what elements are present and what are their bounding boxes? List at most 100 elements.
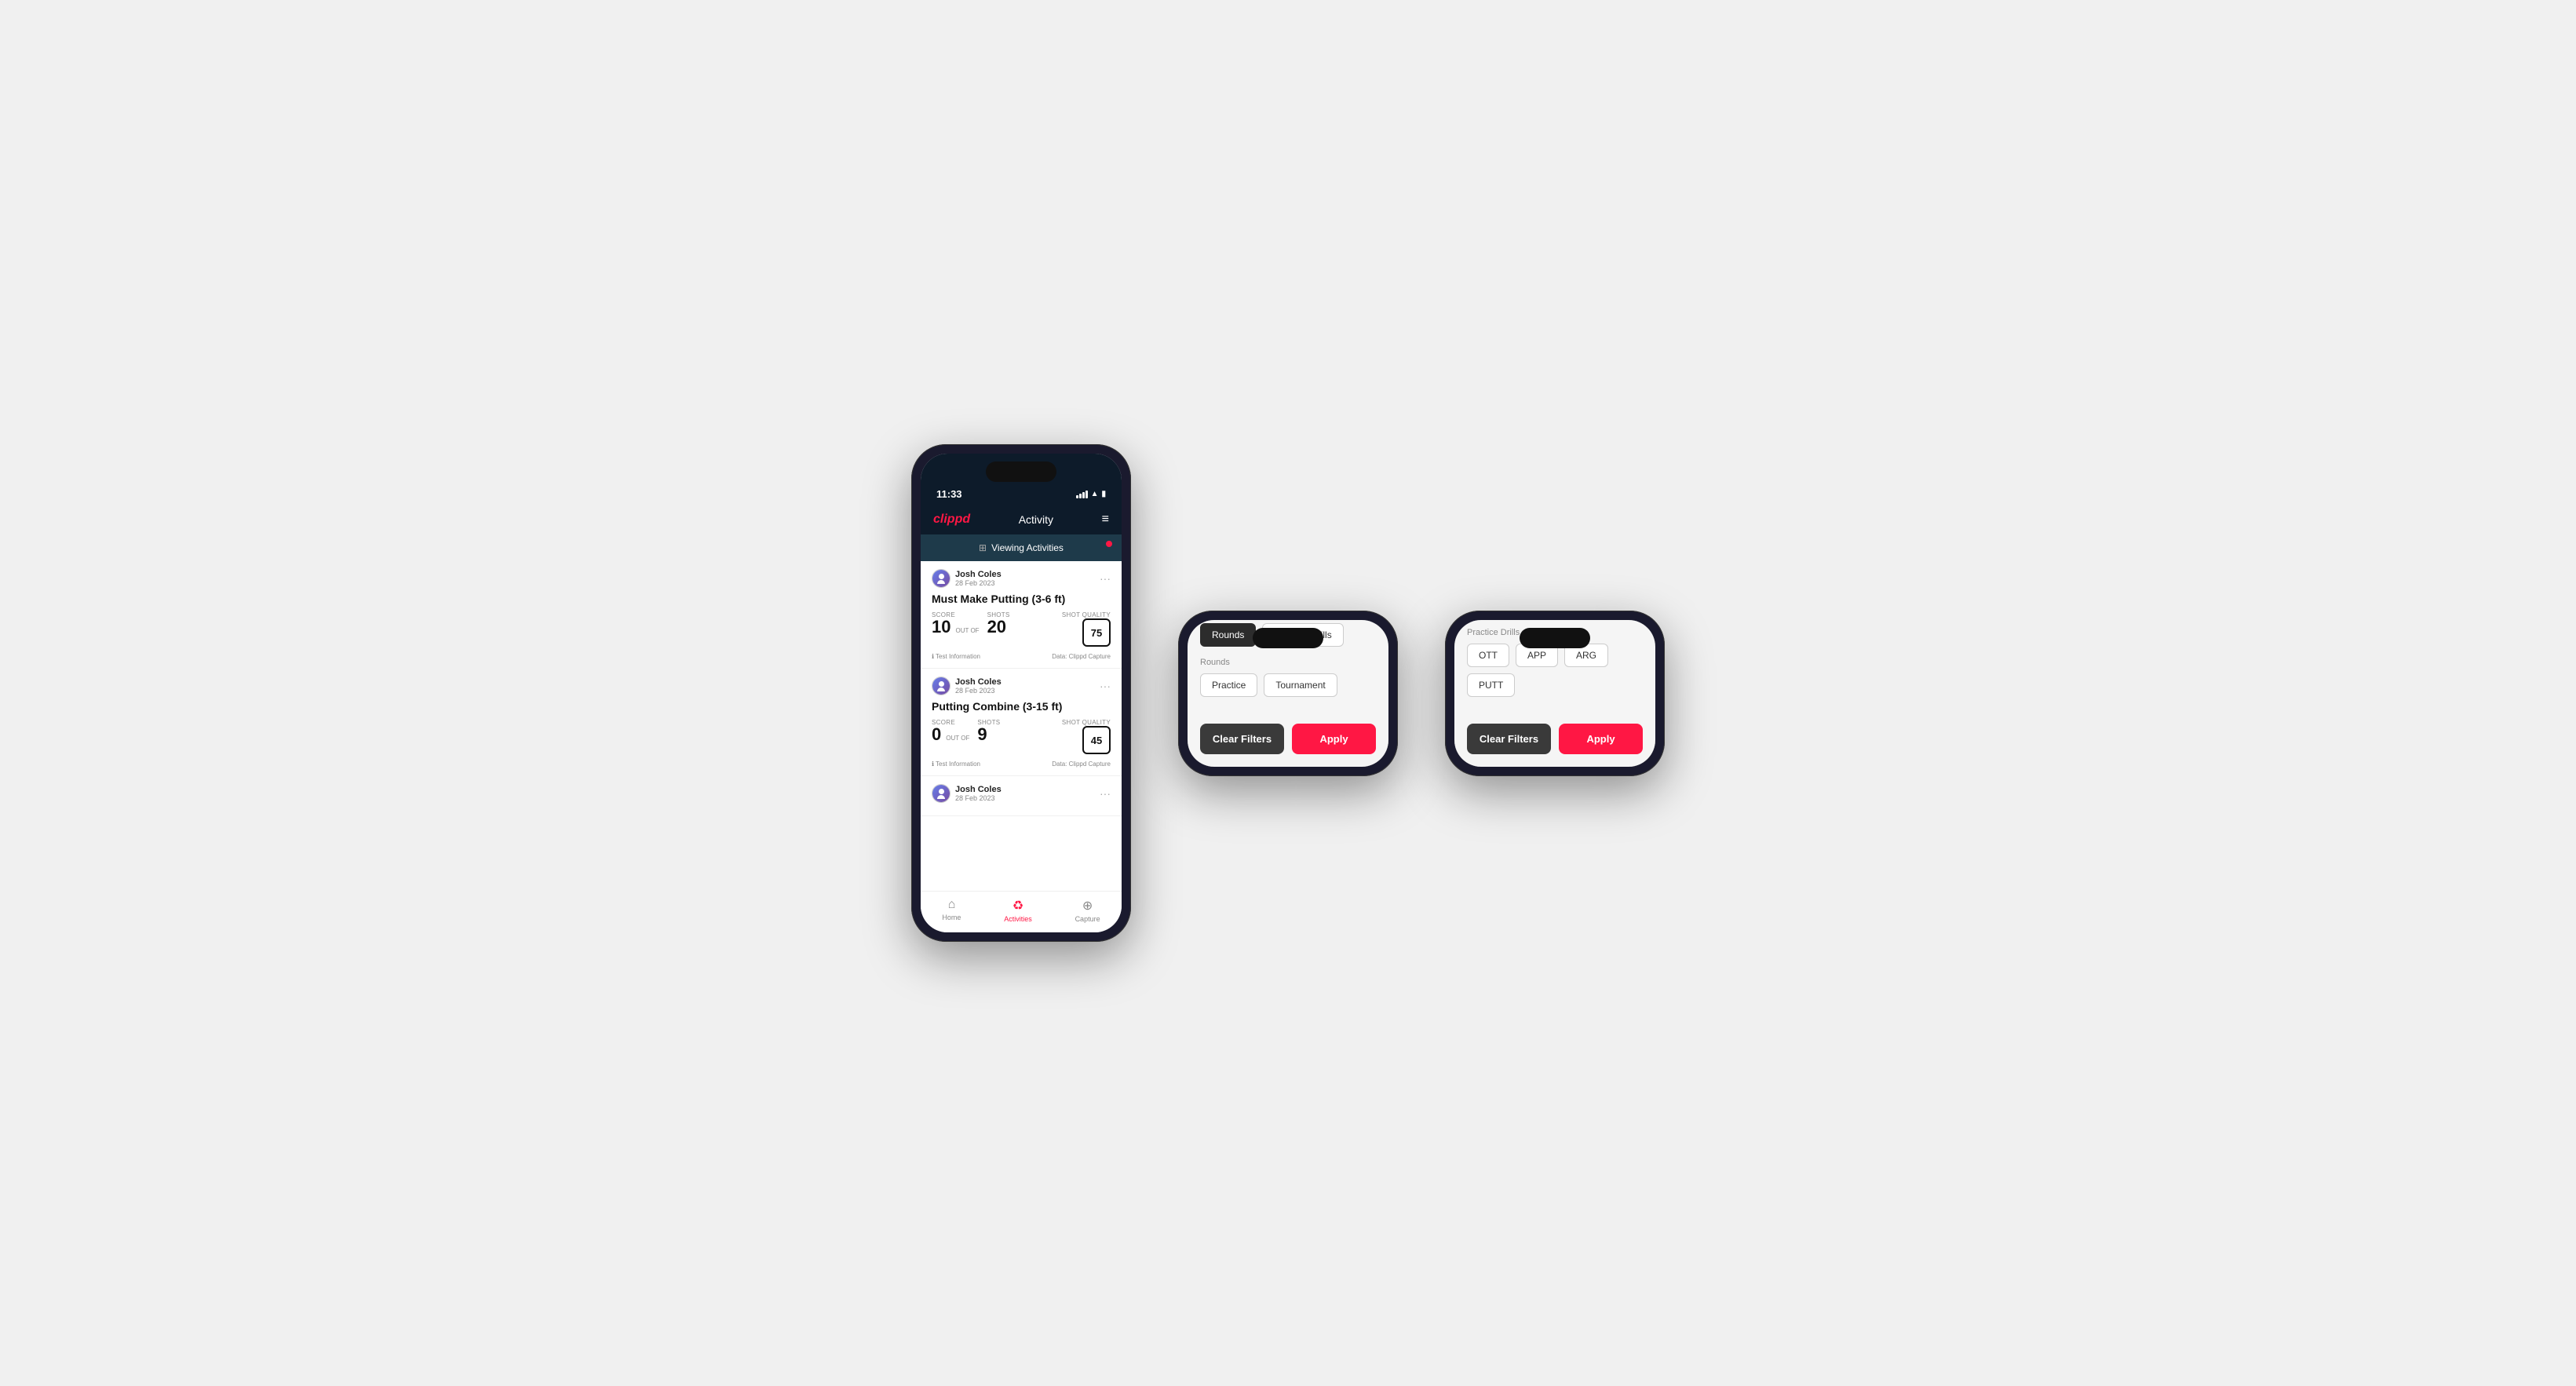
score-value-2: 0 (932, 726, 941, 743)
status-icons-1: ▲ ▮ (1076, 490, 1106, 498)
phone-1: 11:33 ▲ ▮ clippd Activity ≡ (911, 444, 1131, 942)
info-icon-1: ℹ (932, 653, 934, 660)
capture-icon-1: ⊕ (1082, 898, 1093, 914)
dynamic-island-1 (986, 461, 1056, 482)
score-group-1: Score 10 OUT OF (932, 611, 981, 636)
card-menu-3[interactable]: ··· (1100, 787, 1111, 800)
shot-quality-group-1: Shot Quality 75 (1062, 611, 1111, 647)
home-icon-1: ⌂ (948, 898, 956, 912)
apply-button-3[interactable]: Apply (1559, 724, 1643, 754)
card-title-1: Must Make Putting (3-6 ft) (932, 593, 1111, 605)
user-date-1: 28 Feb 2023 (955, 579, 1002, 587)
card-user-3: Josh Coles 28 Feb 2023 (932, 784, 1002, 803)
card-stats-2: Score 0 OUT OF Shots 9 Shot Quality (932, 719, 1111, 754)
activity-card-3[interactable]: Josh Coles 28 Feb 2023 ··· (921, 776, 1122, 816)
signal-icon-1 (1076, 491, 1088, 498)
bottom-nav-1: ⌂ Home ♻ Activities ⊕ Capture (921, 891, 1122, 932)
practice-buttons-3: OTT APP ARG PUTT (1467, 644, 1643, 697)
status-time-1: 11:33 (936, 488, 962, 500)
shots-group-1: Shots 20 (987, 611, 1010, 636)
user-date-2: 28 Feb 2023 (955, 687, 1002, 695)
user-name-1: Josh Coles (955, 570, 1002, 579)
viewing-dot-1 (1106, 541, 1112, 547)
nav-item-home-1[interactable]: ⌂ Home (942, 898, 961, 923)
user-name-2: Josh Coles (955, 677, 1002, 687)
card-footer-1: ℹ Test Information Data: Clippd Capture (932, 653, 1111, 660)
phone-2-screen: 11:33 ▲ ▮ clippd Activity (1188, 620, 1388, 767)
nav-item-capture-1[interactable]: ⊕ Capture (1075, 898, 1100, 923)
user-name-3: Josh Coles (955, 785, 1002, 794)
score-value-1: 10 (932, 618, 950, 636)
activity-list: Josh Coles 28 Feb 2023 ··· Must Make Put… (921, 561, 1122, 891)
avatar-1 (932, 569, 950, 588)
card-user-1: Josh Coles 28 Feb 2023 (932, 569, 1002, 588)
sq-label-2: Shot Quality (1062, 719, 1111, 726)
home-label-1: Home (942, 914, 961, 921)
filter-btn-putt-3[interactable]: PUTT (1467, 673, 1515, 697)
phone-1-screen: 11:33 ▲ ▮ clippd Activity ≡ (921, 454, 1122, 932)
filter-btn-ott-3[interactable]: OTT (1467, 644, 1509, 667)
info-icon-2: ℹ (932, 760, 934, 768)
capture-label-1: Capture (1075, 915, 1100, 923)
filter-footer-2: Clear Filters Apply (1188, 714, 1388, 754)
rounds-buttons-2: Practice Tournament (1200, 673, 1376, 697)
battery-icon-1: ▮ (1101, 490, 1106, 498)
clear-filters-button-3[interactable]: Clear Filters (1467, 724, 1551, 754)
activities-icon-1: ♻ (1013, 898, 1023, 914)
user-info-2: Josh Coles 28 Feb 2023 (955, 677, 1002, 695)
card-footer-2: ℹ Test Information Data: Clippd Capture (932, 760, 1111, 768)
apply-button-2[interactable]: Apply (1292, 724, 1376, 754)
avatar-3 (932, 784, 950, 803)
nav-bar-1: clippd Activity ≡ (921, 506, 1122, 534)
outof-2: OUT OF (946, 735, 969, 742)
shots-value-1: 20 (987, 618, 1010, 636)
score-group-2: Score 0 OUT OF (932, 719, 971, 743)
filter-footer-3: Clear Filters Apply (1454, 714, 1655, 754)
outof-1: OUT OF (955, 627, 979, 634)
dynamic-island-3 (1520, 628, 1590, 648)
sq-badge-1: 75 (1082, 618, 1111, 647)
card-info-2: ℹ Test Information (932, 760, 980, 768)
card-data-2: Data: Clippd Capture (1052, 760, 1111, 768)
activities-label-1: Activities (1004, 915, 1032, 923)
card-menu-1[interactable]: ··· (1100, 572, 1111, 585)
filter-btn-practice-rounds-2[interactable]: Practice (1200, 673, 1257, 697)
shots-value-2: 9 (977, 726, 1000, 743)
activity-card-1[interactable]: Josh Coles 28 Feb 2023 ··· Must Make Put… (921, 561, 1122, 669)
scene: 11:33 ▲ ▮ clippd Activity ≡ (911, 444, 1665, 942)
app-logo-1: clippd (933, 512, 970, 527)
dynamic-island-2 (1253, 628, 1323, 648)
rounds-label-2: Rounds (1200, 658, 1376, 667)
viewing-banner-1[interactable]: ⊞ Viewing Activities (921, 534, 1122, 561)
nav-item-activities-1[interactable]: ♻ Activities (1004, 898, 1032, 923)
user-info-3: Josh Coles 28 Feb 2023 (955, 785, 1002, 802)
phone-2: 11:33 ▲ ▮ clippd Activity (1178, 611, 1398, 776)
user-info-1: Josh Coles 28 Feb 2023 (955, 570, 1002, 587)
card-info-1: ℹ Test Information (932, 653, 980, 660)
activity-card-2[interactable]: Josh Coles 28 Feb 2023 ··· Putting Combi… (921, 669, 1122, 776)
avatar-2 (932, 677, 950, 695)
phone-3-screen: 11:33 ▲ ▮ clippd Activity (1454, 620, 1655, 767)
card-title-2: Putting Combine (3-15 ft) (932, 700, 1111, 713)
card-user-2: Josh Coles 28 Feb 2023 (932, 677, 1002, 695)
user-date-3: 28 Feb 2023 (955, 794, 1002, 802)
card-header-3: Josh Coles 28 Feb 2023 ··· (932, 784, 1111, 803)
phone-3: 11:33 ▲ ▮ clippd Activity (1445, 611, 1665, 776)
nav-title-1: Activity (1019, 513, 1053, 526)
filter-icon-1: ⊞ (979, 542, 987, 553)
clear-filters-button-2[interactable]: Clear Filters (1200, 724, 1284, 754)
filter-btn-rounds-2[interactable]: Rounds (1200, 623, 1256, 647)
card-data-1: Data: Clippd Capture (1052, 653, 1111, 660)
card-stats-1: Score 10 OUT OF Shots 20 Shot Quality (932, 611, 1111, 647)
wifi-icon-1: ▲ (1091, 490, 1099, 498)
shot-quality-group-2: Shot Quality 45 (1062, 719, 1111, 754)
filter-btn-tournament-2[interactable]: Tournament (1264, 673, 1337, 697)
card-header-1: Josh Coles 28 Feb 2023 ··· (932, 569, 1111, 588)
nav-menu-icon-1[interactable]: ≡ (1102, 512, 1109, 527)
card-header-2: Josh Coles 28 Feb 2023 ··· (932, 677, 1111, 695)
sq-label-1: Shot Quality (1062, 611, 1111, 618)
sq-badge-2: 45 (1082, 726, 1111, 754)
card-menu-2[interactable]: ··· (1100, 680, 1111, 692)
shots-group-2: Shots 9 (977, 719, 1000, 743)
viewing-banner-text-1: Viewing Activities (991, 542, 1064, 553)
